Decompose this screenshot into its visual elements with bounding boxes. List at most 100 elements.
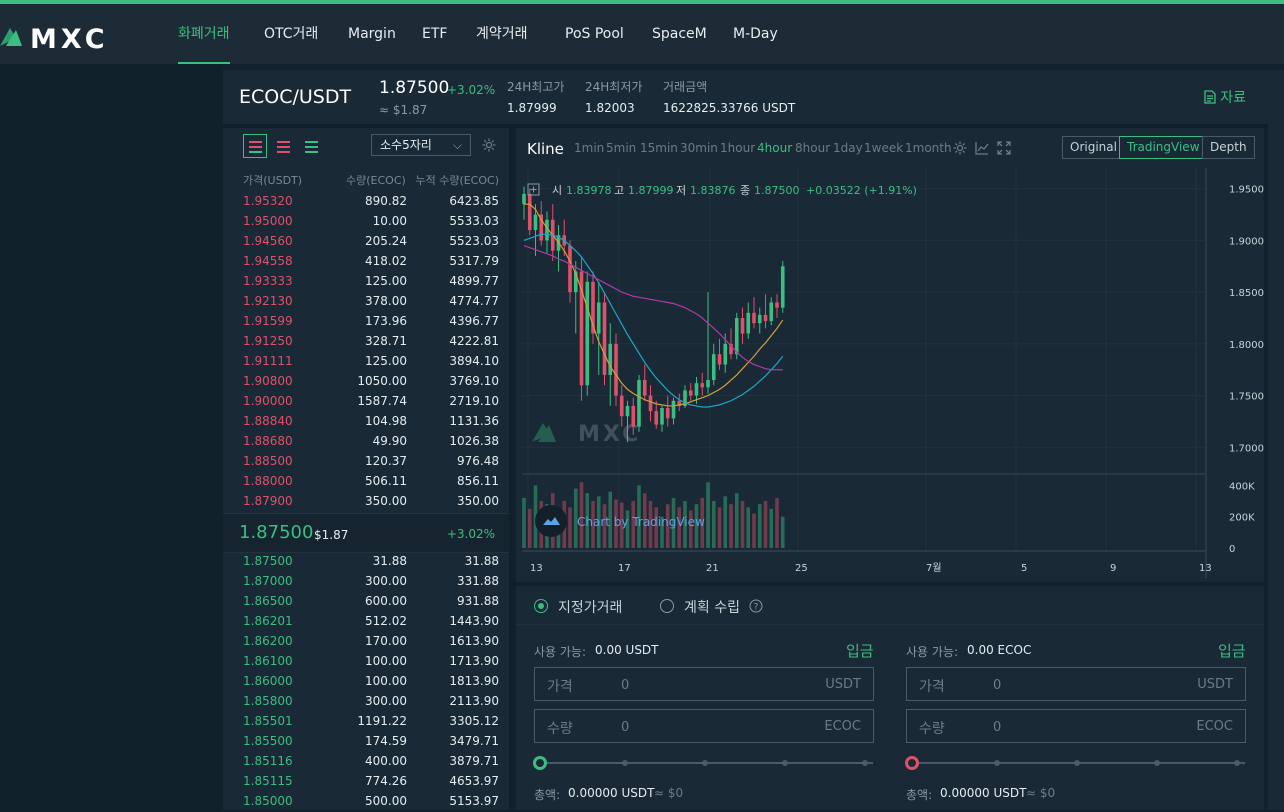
bid-row[interactable]: 1.86500 600.00 931.88 bbox=[223, 592, 509, 612]
bid-row[interactable]: 1.87000 300.00 331.88 bbox=[223, 572, 509, 592]
col-header-cumulative: 누적 수량(ECOC) bbox=[415, 174, 499, 187]
mode-original-button[interactable]: Original bbox=[1062, 136, 1125, 159]
bid-row[interactable]: 1.85115 774.26 4653.97 bbox=[223, 772, 509, 792]
bid-row[interactable]: 1.85000 500.00 5153.97 bbox=[223, 792, 509, 812]
decimal-select[interactable]: 소수5자리 ⌵ bbox=[371, 134, 471, 156]
candle-body bbox=[533, 214, 538, 231]
interval-1hour[interactable]: 1hour bbox=[720, 141, 755, 155]
sell-slider-mark-25[interactable] bbox=[994, 760, 1000, 766]
nav-contract-trading[interactable]: 계약거래 bbox=[476, 4, 528, 64]
limit-order-label[interactable]: 지정가거래 bbox=[558, 597, 622, 617]
nav-m-day[interactable]: M-Day bbox=[733, 4, 778, 64]
sell-slider-mark-50[interactable] bbox=[1074, 760, 1080, 766]
bid-row[interactable]: 1.86000 100.00 1813.90 bbox=[223, 672, 509, 692]
ask-amount: 378.00 bbox=[365, 294, 407, 308]
book-view-bids-button[interactable] bbox=[299, 134, 323, 158]
sell-qty-input[interactable]: 수량 0 ECOC bbox=[906, 709, 1246, 743]
kline-chart[interactable]: MXC Chart by TradingView 시 1.83978 고 1.8… bbox=[516, 168, 1264, 582]
ask-amount: 1587.74 bbox=[357, 394, 407, 408]
ask-cumulative: 4899.77 bbox=[449, 274, 499, 288]
candle-body bbox=[775, 302, 779, 308]
ask-row[interactable]: 1.91250 328.71 4222.81 bbox=[223, 332, 509, 352]
ask-row[interactable]: 1.91599 173.96 4396.77 bbox=[223, 312, 509, 332]
ask-row[interactable]: 1.88500 120.37 976.48 bbox=[223, 452, 509, 472]
interval-30min[interactable]: 30min bbox=[680, 141, 718, 155]
buy-price-input[interactable]: 가격 0 USDT bbox=[534, 667, 874, 701]
candle bbox=[602, 292, 607, 386]
candle-body bbox=[596, 302, 601, 334]
buy-total-usd: ≈ $0 bbox=[654, 786, 684, 800]
buy-slider-mark-100[interactable] bbox=[862, 760, 868, 766]
ask-row[interactable]: 1.93333 125.00 4899.77 bbox=[223, 272, 509, 292]
bid-row[interactable]: 1.86100 100.00 1713.90 bbox=[223, 652, 509, 672]
ask-price: 1.94560 bbox=[243, 234, 293, 248]
buy-slider-mark-50[interactable] bbox=[702, 760, 708, 766]
sell-slider-thumb[interactable] bbox=[905, 756, 919, 770]
buy-slider-mark-25[interactable] bbox=[622, 760, 628, 766]
sell-percent-slider[interactable] bbox=[905, 756, 1245, 770]
interval-4hour[interactable]: 4hour bbox=[757, 141, 792, 155]
nav-margin[interactable]: Margin bbox=[348, 4, 396, 64]
buy-qty-input[interactable]: 수량 0 ECOC bbox=[534, 709, 874, 743]
sell-price-input[interactable]: 가격 0 USDT bbox=[906, 667, 1246, 701]
mxc-logo[interactable]: MXC bbox=[0, 18, 140, 52]
settings-gear-icon[interactable] bbox=[952, 140, 968, 156]
limit-order-radio[interactable] bbox=[534, 599, 548, 613]
plan-order-label[interactable]: 계획 수립 bbox=[684, 597, 740, 617]
sell-deposit-link[interactable]: 입금 bbox=[1218, 640, 1246, 661]
bid-row[interactable]: 1.87500 31.88 31.88 bbox=[223, 552, 509, 572]
candle-body bbox=[706, 380, 710, 388]
ask-row[interactable]: 1.94558 418.02 5317.79 bbox=[223, 252, 509, 272]
ask-price: 1.91599 bbox=[243, 314, 293, 328]
ask-row[interactable]: 1.95320 890.82 6423.85 bbox=[223, 192, 509, 212]
bid-row[interactable]: 1.85800 300.00 2113.90 bbox=[223, 692, 509, 712]
ask-row[interactable]: 1.90000 1587.74 2719.10 bbox=[223, 392, 509, 412]
help-icon[interactable]: ? bbox=[749, 599, 763, 613]
sell-slider-mark-75[interactable] bbox=[1154, 760, 1160, 766]
ask-row[interactable]: 1.91111 125.00 3894.10 bbox=[223, 352, 509, 372]
bid-amount: 774.26 bbox=[365, 774, 407, 788]
pair-name[interactable]: ECOC/USDT bbox=[239, 86, 351, 108]
bid-row[interactable]: 1.86200 170.00 1613.90 bbox=[223, 632, 509, 652]
indicator-icon[interactable] bbox=[974, 140, 990, 156]
interval-1week[interactable]: 1week bbox=[864, 141, 903, 155]
ask-row[interactable]: 1.88840 104.98 1131.36 bbox=[223, 412, 509, 432]
book-view-asks-button[interactable] bbox=[271, 134, 295, 158]
ask-row[interactable]: 1.88680 49.90 1026.38 bbox=[223, 432, 509, 452]
interval-1month[interactable]: 1month bbox=[905, 141, 952, 155]
interval-8hour[interactable]: 8hour bbox=[795, 141, 830, 155]
docs-link[interactable]: 자료 bbox=[1204, 87, 1246, 107]
buy-deposit-link[interactable]: 입금 bbox=[846, 640, 874, 661]
ask-row[interactable]: 1.88000 506.11 856.11 bbox=[223, 472, 509, 492]
bid-row[interactable]: 1.85501 1191.22 3305.12 bbox=[223, 712, 509, 732]
plan-order-radio[interactable] bbox=[660, 599, 674, 613]
ask-row[interactable]: 1.94560 205.24 5523.03 bbox=[223, 232, 509, 252]
interval-1day[interactable]: 1day bbox=[833, 141, 863, 155]
ask-row[interactable]: 1.95000 10.00 5533.03 bbox=[223, 212, 509, 232]
nav-pos-pool[interactable]: PoS Pool bbox=[565, 4, 624, 64]
interval-5min[interactable]: 5min bbox=[606, 141, 636, 155]
interval-1min[interactable]: 1min bbox=[574, 141, 604, 155]
ask-amount: 418.02 bbox=[365, 254, 407, 268]
buy-percent-slider[interactable] bbox=[533, 756, 873, 770]
bid-row[interactable]: 1.85500 174.59 3479.71 bbox=[223, 732, 509, 752]
gear-icon[interactable] bbox=[481, 137, 497, 153]
nav-otc-trading[interactable]: OTC거래 bbox=[264, 4, 318, 64]
buy-slider-thumb[interactable] bbox=[533, 756, 547, 770]
mode-depth-button[interactable]: Depth bbox=[1202, 136, 1255, 159]
ask-row[interactable]: 1.87900 350.00 350.00 bbox=[223, 492, 509, 512]
book-view-both-button[interactable] bbox=[243, 134, 267, 158]
interval-15min[interactable]: 15min bbox=[640, 141, 678, 155]
bid-row[interactable]: 1.85116 400.00 3879.71 bbox=[223, 752, 509, 772]
sell-slider-mark-100[interactable] bbox=[1234, 760, 1240, 766]
ask-row[interactable]: 1.92130 378.00 4774.77 bbox=[223, 292, 509, 312]
fullscreen-icon[interactable] bbox=[996, 140, 1012, 156]
mode-tradingview-button[interactable]: TradingView bbox=[1119, 136, 1208, 159]
ask-row[interactable]: 1.90800 1050.00 3769.10 bbox=[223, 372, 509, 392]
buy-slider-mark-75[interactable] bbox=[782, 760, 788, 766]
nav-spacem[interactable]: SpaceM bbox=[652, 4, 707, 64]
price-tick-label: 1.80000 bbox=[1229, 340, 1264, 351]
nav-spot-trading[interactable]: 화폐거래 bbox=[178, 4, 230, 64]
nav-etf[interactable]: ETF bbox=[422, 4, 447, 64]
bid-row[interactable]: 1.86201 512.02 1443.90 bbox=[223, 612, 509, 632]
